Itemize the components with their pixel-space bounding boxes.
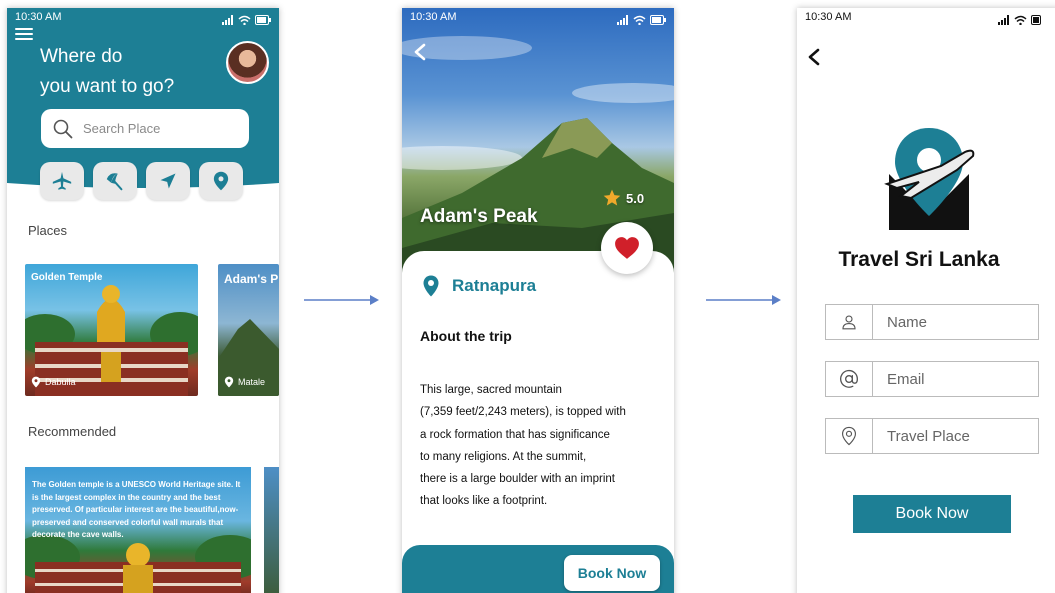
home-screen: 10:30 AM Where do you want to go? Search…: [7, 8, 279, 593]
location-pin-icon: [423, 275, 439, 297]
title-line-2: you want to go?: [40, 76, 175, 97]
booking-screen: 10:30 AM Travel Sri Lanka Name Email Tra…: [797, 8, 1055, 593]
travel-place-field[interactable]: [825, 418, 1039, 454]
category-navigation-button[interactable]: [146, 162, 190, 200]
wifi-icon: [238, 15, 251, 25]
trip-description: This large, sacred mountain (7,359 feet/…: [420, 379, 660, 513]
recommended-description: The Golden temple is a UNESCO World Heri…: [32, 480, 241, 539]
travel-logo-icon: [884, 128, 975, 230]
field-icon-box: [826, 305, 873, 339]
star-icon: [603, 189, 621, 206]
signal-icon: [998, 14, 1009, 25]
description-line: This large, sacred mountain: [420, 384, 562, 396]
flow-arrow-1: [304, 295, 379, 305]
description-line: to many religions. At the summit,: [420, 450, 587, 463]
brand-title: Travel Sri Lanka: [838, 248, 1000, 271]
signal-icon: [222, 14, 233, 25]
rating-value: 5.0: [626, 190, 645, 206]
place-card-location: Dabulla: [31, 376, 76, 388]
beach-umbrella-icon: [106, 173, 123, 191]
battery-icon: [255, 14, 271, 25]
status-time: 10:30 AM: [805, 11, 852, 23]
place-card-adams-peak[interactable]: Adam's P Matale: [218, 264, 279, 396]
location-name: Ratnapura: [452, 276, 537, 295]
wifi-icon: [633, 15, 646, 25]
category-location-button[interactable]: [199, 162, 243, 200]
travel-place-input[interactable]: [873, 419, 1038, 453]
name-field[interactable]: [825, 304, 1039, 340]
email-input[interactable]: [873, 362, 1038, 396]
plane-icon: [52, 171, 72, 190]
location-pin-icon: [224, 376, 234, 388]
back-arrow-icon[interactable]: [412, 43, 428, 61]
category-bar: [40, 162, 243, 200]
place-card-title: Adam's P: [224, 272, 279, 286]
field-icon-box: [826, 419, 873, 453]
status-icons: [998, 11, 1041, 28]
recommended-card-next[interactable]: [264, 467, 279, 593]
app-showcase: 10:30 AM Where do you want to go? Search…: [0, 0, 1055, 593]
category-flights-button[interactable]: [40, 162, 84, 200]
signal-icon: [617, 14, 628, 25]
book-now-button[interactable]: Book Now: [853, 495, 1011, 533]
category-beach-button[interactable]: [93, 162, 137, 200]
user-icon: [842, 315, 856, 330]
location-pin-icon: [213, 171, 229, 191]
place-name: Adam's Peak: [420, 206, 538, 227]
description-line: that looks like a footprint.: [420, 495, 548, 508]
page-title: Where do you want to go?: [40, 42, 240, 102]
location-pin-icon: [31, 376, 41, 388]
place-card-golden-temple[interactable]: Golden Temple Dabulla: [25, 264, 198, 396]
place-card-location: Matale: [224, 376, 265, 388]
battery-icon: [1031, 14, 1041, 25]
wifi-icon: [1014, 15, 1027, 25]
location-pin-icon: [841, 426, 857, 446]
field-icon-box: [826, 362, 873, 396]
place-card-title: Golden Temple: [31, 272, 103, 283]
places-label: Places: [28, 223, 68, 238]
search-bar[interactable]: [41, 109, 249, 148]
recommended-label: Recommended: [28, 424, 117, 439]
place-card-location-text: Dabulla: [45, 377, 76, 387]
avatar[interactable]: [226, 41, 269, 84]
status-time: 10:30 AM: [15, 11, 62, 23]
heart-icon: [615, 237, 639, 259]
at-icon: [840, 369, 859, 388]
email-field[interactable]: [825, 361, 1039, 397]
location-row: Ratnapura: [422, 274, 536, 298]
flow-arrow-2: [706, 295, 781, 305]
status-icons: [222, 11, 271, 28]
status-time: 10:30 AM: [410, 11, 457, 23]
rating: 5.0: [602, 188, 644, 208]
about-heading: About the trip: [420, 328, 512, 344]
recommended-card[interactable]: The Golden temple is a UNESCO World Heri…: [25, 467, 251, 593]
description-line: (7,359 feet/2,243 meters), is topped wit…: [420, 406, 626, 419]
status-icons: [617, 11, 666, 28]
status-bar: 10:30 AM: [797, 8, 1055, 28]
name-input[interactable]: [873, 305, 1038, 339]
favorite-button[interactable]: [601, 222, 653, 274]
description-line: a rock formation that has significance: [420, 428, 610, 441]
description-line: there is a large boulder with an imprint: [420, 473, 615, 486]
back-arrow-icon[interactable]: [807, 48, 821, 66]
battery-icon: [650, 14, 666, 25]
title-line-1: Where do: [40, 46, 123, 67]
place-card-location-text: Matale: [238, 377, 266, 387]
hamburger-menu-icon[interactable]: [15, 28, 33, 42]
status-bar: 10:30 AM: [402, 8, 674, 28]
book-now-button[interactable]: Book Now: [564, 555, 660, 591]
detail-screen: 10:30 AM 5.0 Adam's Peak Ratnapura About…: [402, 8, 674, 593]
status-bar: 10:30 AM: [7, 8, 279, 28]
search-icon: [53, 119, 73, 138]
navigation-icon: [160, 173, 176, 189]
search-input[interactable]: [83, 121, 233, 136]
